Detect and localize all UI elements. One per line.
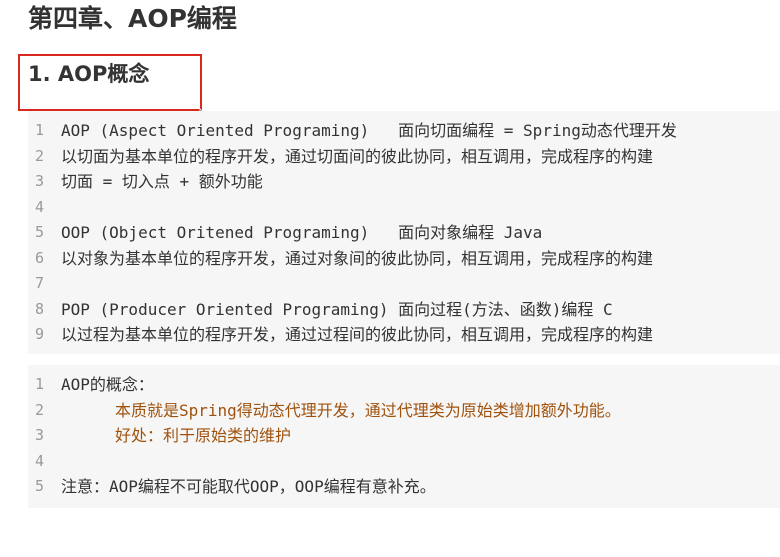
code-text: 以切面为基本单位的程序开发，通过切面间的彼此协同，相互调用，完成程序的构建 <box>61 146 654 166</box>
code-line: 5 注意：AOP编程不可能取代OOP，OOP编程有意补充。 <box>28 474 780 500</box>
line-number: 3 <box>34 426 44 444</box>
code-line: 1 AOP (Aspect Oriented Programing) 面向切面编程… <box>28 118 780 144</box>
code-text: 切面 = 切入点 + 额外功能 <box>61 172 263 191</box>
code-line: 6 以对象为基本单位的程序开发，通过对象间的彼此协同，相互调用，完成程序的构建 <box>28 246 780 272</box>
indented-note-text: 本质就是Spring得动态代理开发，通过代理类为原始类增加额外功能。 <box>115 400 621 420</box>
code-line: 3 切面 = 切入点 + 额外功能 <box>28 169 780 195</box>
code-text: AOP (Aspect Oriented Programing) 面向切面编程 … <box>61 121 677 140</box>
code-line: 2 本质就是Spring得动态代理开发，通过代理类为原始类增加额外功能。 <box>28 398 780 424</box>
code-text: AOP的概念： <box>61 375 154 394</box>
code-line: 9 以过程为基本单位的程序开发，通过过程间的彼此协同，相互调用，完成程序的构建 <box>28 322 780 348</box>
line-number: 1 <box>34 375 44 393</box>
code-line: 8 POP (Producer Oriented Programing) 面向过程… <box>28 297 780 323</box>
code-line: 4 <box>28 449 780 475</box>
code-block-aop-concept-notes: 1 AOP的概念： 2 本质就是Spring得动态代理开发，通过代理类为原始类增加额… <box>28 365 780 508</box>
code-line: 1 AOP的概念： <box>28 372 780 398</box>
line-number: 6 <box>34 248 44 267</box>
code-line: 7 <box>28 271 780 297</box>
code-text: OOP (Object Oritened Programing) 面向对象编程 … <box>61 223 543 242</box>
line-number: 9 <box>34 325 44 343</box>
selection-highlight-box <box>18 54 202 111</box>
code-text: 注意：AOP编程不可能取代OOP，OOP编程有意补充。 <box>61 477 436 496</box>
code-text: 以对象为基本单位的程序开发，通过对象间的彼此协同，相互调用，完成程序的构建 <box>61 248 654 268</box>
code-line: 2 以切面为基本单位的程序开发，通过切面间的彼此协同，相互调用，完成程序的构建 <box>28 144 780 170</box>
line-number: 8 <box>34 299 44 318</box>
line-number: 2 <box>34 400 44 419</box>
chapter-title: 第四章、AOP编程 <box>28 4 237 33</box>
line-number: 2 <box>34 146 44 165</box>
code-line: 3 好处：利于原始类的维护 <box>28 423 780 449</box>
line-number: 1 <box>34 121 44 139</box>
line-number: 5 <box>34 223 44 241</box>
line-number: 3 <box>34 172 44 190</box>
indented-note-text: 好处：利于原始类的维护 <box>115 426 292 445</box>
code-text: 以过程为基本单位的程序开发，通过过程间的彼此协同，相互调用，完成程序的构建 <box>61 325 654 344</box>
line-number: 5 <box>34 477 44 495</box>
code-block-aop-definitions: 1 AOP (Aspect Oriented Programing) 面向切面编程… <box>28 111 780 354</box>
line-number: 4 <box>34 451 44 470</box>
code-line: 5 OOP (Object Oritened Programing) 面向对象编程… <box>28 220 780 246</box>
code-line: 4 <box>28 195 780 221</box>
code-text: POP (Producer Oriented Programing) 面向过程(… <box>61 299 613 319</box>
line-number: 7 <box>34 274 44 292</box>
line-number: 4 <box>34 197 44 216</box>
